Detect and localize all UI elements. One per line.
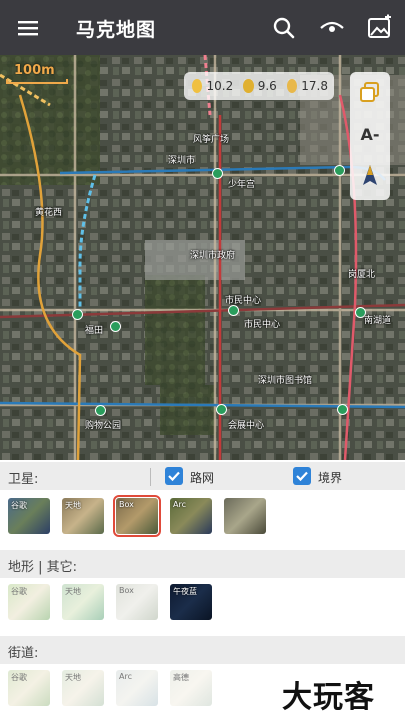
scale-bar xyxy=(6,79,68,84)
thumb-label: 高德 xyxy=(173,673,189,682)
app-title: 马克地图 xyxy=(76,19,157,41)
map-label: 市民中心 xyxy=(225,296,262,306)
weather-value-2: 9.6 xyxy=(257,79,277,93)
watermark-text: 大玩客 xyxy=(282,680,375,715)
thumb-label: 谷歌 xyxy=(11,587,27,596)
terrain-midnight-blue-thumb[interactable]: 午夜蓝 xyxy=(170,584,212,620)
metro-station-marker[interactable] xyxy=(216,404,227,415)
map-label: 市民中心 xyxy=(244,320,281,330)
check-icon xyxy=(296,471,308,482)
map-label: 少年宫 xyxy=(228,180,256,190)
boundary-checkbox[interactable] xyxy=(293,467,311,485)
road-network-checkbox[interactable] xyxy=(165,467,183,485)
thumb-label: 天地 xyxy=(65,673,81,682)
thumb-label: 谷歌 xyxy=(11,673,27,682)
thumb-label: Box xyxy=(119,586,134,595)
temperature-icon xyxy=(192,79,203,93)
map-label: 黄花西 xyxy=(35,208,63,218)
eye-icon[interactable] xyxy=(318,14,346,42)
thumb-label: 谷歌 xyxy=(11,501,27,510)
wind-icon xyxy=(286,79,298,93)
street-google-thumb[interactable]: 谷歌 xyxy=(8,670,50,706)
satellite-google-thumb[interactable]: 谷歌 xyxy=(8,498,50,534)
thumb-label: Arc xyxy=(173,500,186,509)
scale-label: 100m xyxy=(14,63,55,78)
terrain-tianditu-thumb[interactable]: 天地 xyxy=(62,584,104,620)
font-size-button[interactable]: A- xyxy=(356,120,384,148)
metro-station-marker[interactable] xyxy=(72,309,83,320)
weather-value-1: 10.2 xyxy=(206,79,234,93)
thumb-label: 午夜蓝 xyxy=(173,587,197,596)
satellite-label: 卫星: xyxy=(8,472,39,487)
metro-station-marker[interactable] xyxy=(334,165,345,176)
metro-station-marker[interactable] xyxy=(212,168,223,179)
app-bar: 马克地图 xyxy=(0,0,405,55)
check-icon xyxy=(168,471,180,482)
terrain-section-header: 地形 | 其它: xyxy=(0,550,405,578)
metro-station-marker[interactable] xyxy=(110,321,121,332)
sun-icon xyxy=(243,79,254,93)
map-label: 南湖道 xyxy=(364,316,392,326)
satellite-other-thumb[interactable] xyxy=(224,498,266,534)
terrain-label: 地形 | 其它: xyxy=(8,560,78,575)
compass-icon[interactable] xyxy=(356,162,384,190)
satellite-arc-thumb[interactable]: Arc xyxy=(170,498,212,534)
map-label: 深圳市 xyxy=(168,156,196,166)
thumb-label: 天地 xyxy=(65,501,81,510)
street-gaode-thumb[interactable]: 高德 xyxy=(170,670,212,706)
satellite-tianditu-thumb[interactable]: 天地 xyxy=(62,498,104,534)
street-arc-thumb[interactable]: Arc xyxy=(116,670,158,706)
thumb-label: Box xyxy=(119,500,134,509)
metro-station-marker[interactable] xyxy=(228,305,239,316)
metro-station-marker[interactable] xyxy=(337,404,348,415)
boundary-label: 境界 xyxy=(318,471,343,485)
satellite-map[interactable]: 100m 10.2 9.6 17.8 A- 风筝广场 深圳市 少年宫 黄花西 深… xyxy=(0,55,405,460)
menu-icon[interactable] xyxy=(14,14,42,42)
layers-icon[interactable] xyxy=(356,78,384,106)
metro-station-marker[interactable] xyxy=(95,405,106,416)
map-label: 岗厦北 xyxy=(348,270,376,280)
divider xyxy=(150,468,151,486)
road-network-label: 路网 xyxy=(190,471,215,485)
search-icon[interactable] xyxy=(270,14,298,42)
map-label: 购物公园 xyxy=(85,421,122,431)
thumb-label: Arc xyxy=(119,672,132,681)
street-tianditu-thumb[interactable]: 天地 xyxy=(62,670,104,706)
map-side-controls: A- xyxy=(350,72,390,200)
satellite-box-thumb[interactable]: Box xyxy=(113,495,161,537)
image-icon[interactable] xyxy=(366,14,394,42)
satellite-section-header: 卫星: 路网 境界 xyxy=(0,462,405,490)
street-section-header: 街道: xyxy=(0,636,405,664)
map-label: 福田 xyxy=(85,326,104,336)
street-label: 街道: xyxy=(8,646,39,661)
weather-value-3: 17.8 xyxy=(301,79,328,93)
terrain-box-thumb[interactable]: Box xyxy=(116,584,158,620)
terrain-google-thumb[interactable]: 谷歌 xyxy=(8,584,50,620)
map-label: 深圳市政府 xyxy=(190,251,236,261)
map-label: 会展中心 xyxy=(228,421,265,431)
thumb-label: 天地 xyxy=(65,587,81,596)
map-label: 风筝广场 xyxy=(193,135,230,145)
weather-panel: 10.2 9.6 17.8 xyxy=(184,72,334,100)
map-label: 深圳市图书馆 xyxy=(258,376,313,386)
